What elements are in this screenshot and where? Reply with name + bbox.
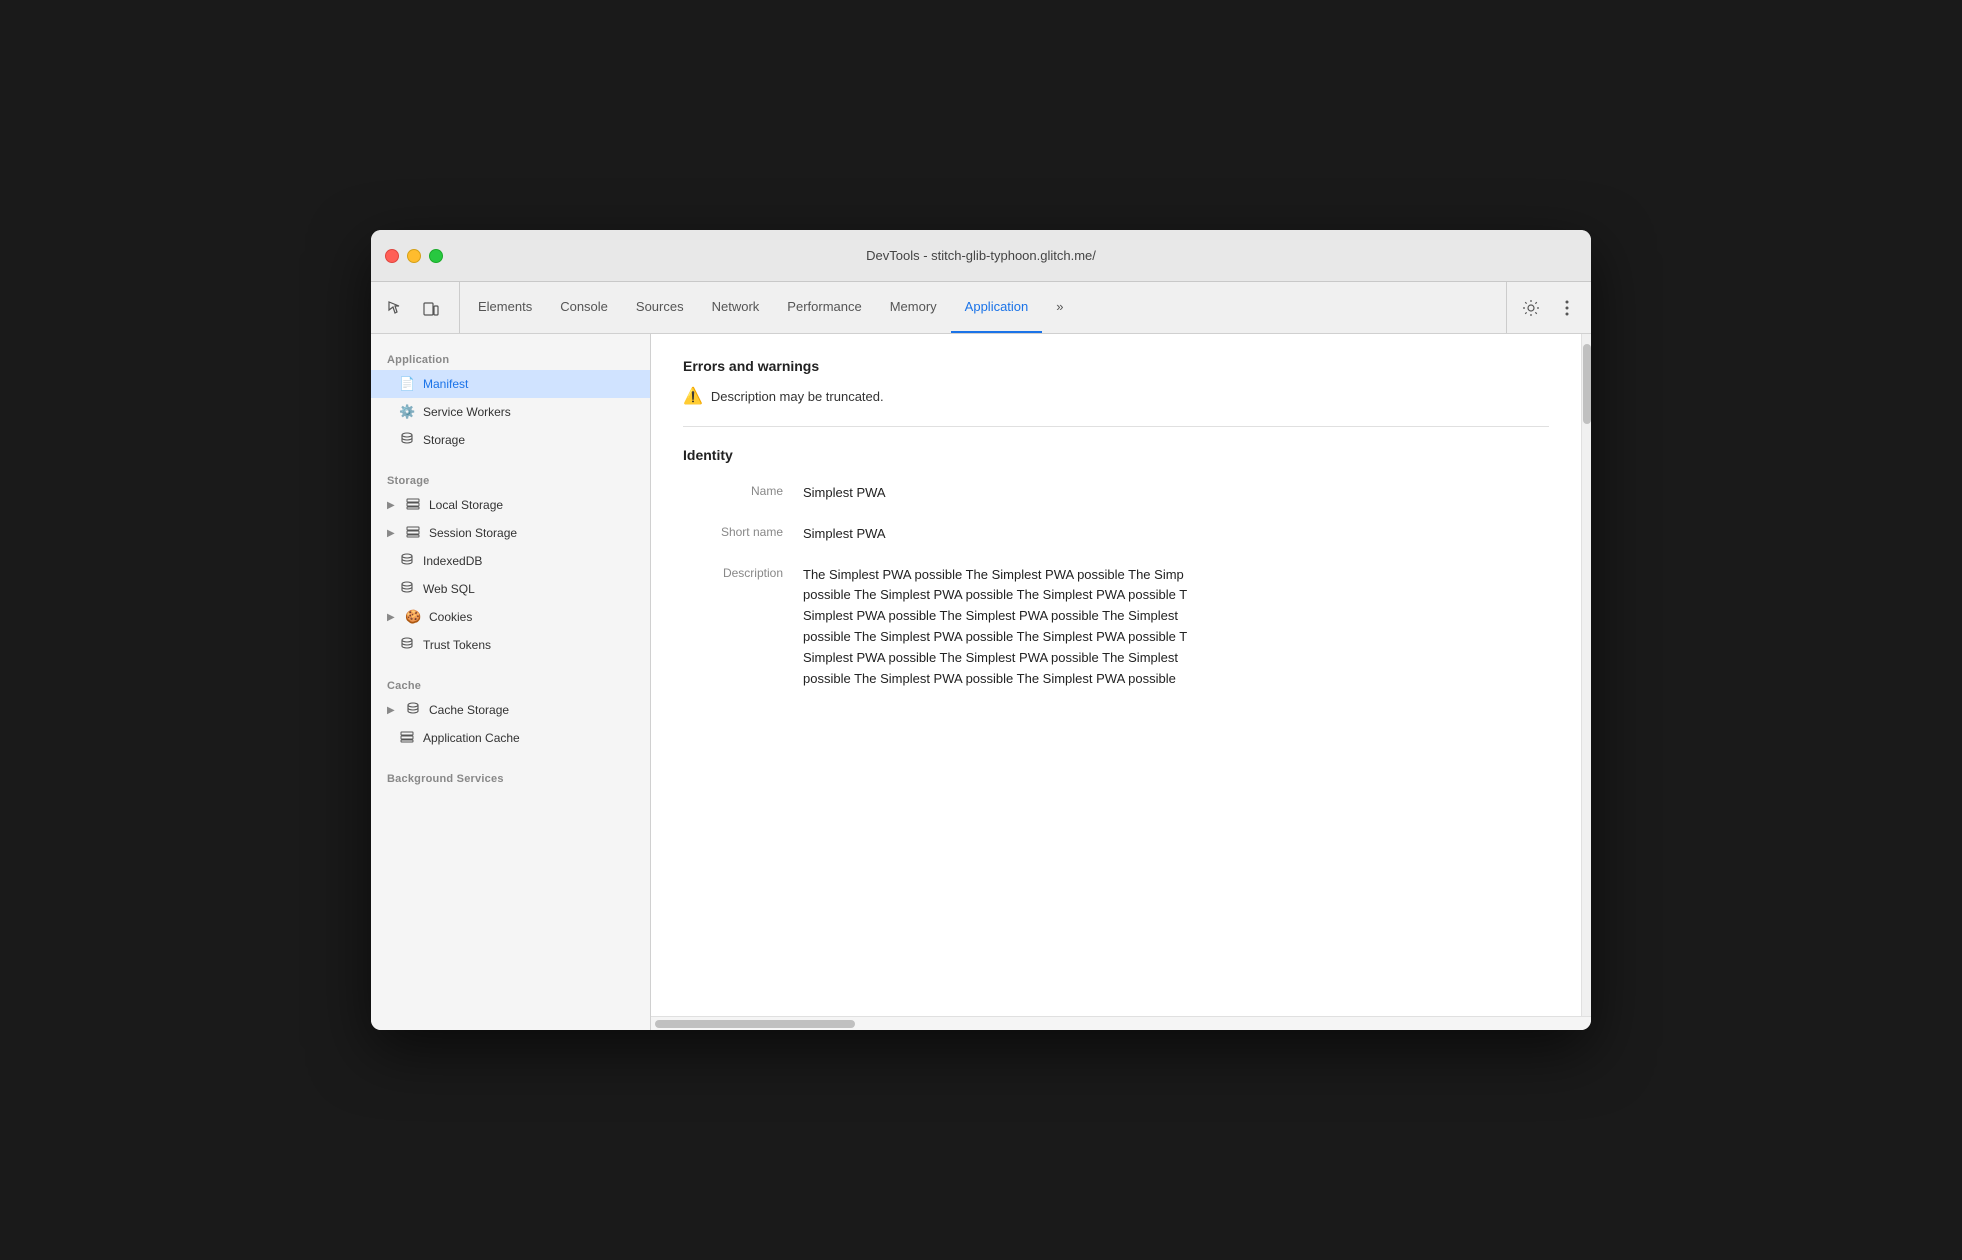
minimize-button[interactable]: [407, 249, 421, 263]
content-wrapper: Errors and warnings ⚠️ Description may b…: [651, 334, 1591, 1030]
h-scroll-track[interactable]: [651, 1020, 1591, 1028]
sidebar-section-application: Application: [371, 342, 650, 370]
tab-more[interactable]: »: [1042, 282, 1077, 333]
tab-sources[interactable]: Sources: [622, 282, 698, 333]
sidebar-item-web-sql[interactable]: Web SQL: [371, 575, 650, 603]
web-sql-icon: [399, 581, 415, 598]
main-area: Application 📄 Manifest ⚙️ Service Worker…: [371, 334, 1591, 1030]
indexeddb-icon: [399, 553, 415, 570]
description-label: Description: [683, 565, 803, 580]
vertical-scrollbar[interactable]: [1581, 334, 1591, 1016]
sidebar-item-trust-tokens[interactable]: Trust Tokens: [371, 631, 650, 659]
sidebar-item-storage-app[interactable]: Storage: [371, 426, 650, 454]
arrow-icon: ▶: [387, 500, 397, 511]
inspect-icon[interactable]: [379, 292, 411, 324]
tab-application[interactable]: Application: [951, 282, 1043, 333]
tab-network[interactable]: Network: [698, 282, 774, 333]
identity-row-description: Description The Simplest PWA possible Th…: [683, 565, 1549, 690]
content-inner: Errors and warnings ⚠️ Description may b…: [651, 334, 1581, 733]
name-value: Simplest PWA: [803, 483, 1549, 504]
arrow-icon: ▶: [387, 705, 397, 716]
v-scroll-thumb[interactable]: [1583, 344, 1591, 424]
traffic-lights: [385, 249, 443, 263]
sidebar-item-cookies[interactable]: ▶ 🍪 Cookies: [371, 603, 650, 631]
sidebar-item-indexeddb[interactable]: IndexedDB: [371, 547, 650, 575]
sidebar-item-application-cache[interactable]: Application Cache: [371, 724, 650, 752]
manifest-icon: 📄: [399, 376, 415, 392]
tab-memory[interactable]: Memory: [876, 282, 951, 333]
arrow-icon: ▶: [387, 528, 397, 539]
tab-performance[interactable]: Performance: [773, 282, 875, 333]
sidebar-item-service-workers[interactable]: ⚙️ Service Workers: [371, 398, 650, 426]
tab-console[interactable]: Console: [546, 282, 622, 333]
arrow-icon: ▶: [387, 612, 397, 623]
h-scroll-thumb[interactable]: [655, 1020, 855, 1028]
sidebar-item-manifest[interactable]: 📄 Manifest: [371, 370, 650, 398]
sidebar-section-storage: Storage: [371, 463, 650, 491]
identity-section: Identity Name Simplest PWA Short name Si…: [683, 447, 1549, 689]
sidebar-item-local-storage[interactable]: ▶ Local Storage: [371, 491, 650, 519]
tab-elements[interactable]: Elements: [464, 282, 546, 333]
sidebar-section-background: Background Services: [371, 761, 650, 789]
device-icon[interactable]: [415, 292, 447, 324]
identity-row-name: Name Simplest PWA: [683, 483, 1549, 504]
short-name-label: Short name: [683, 524, 803, 539]
identity-row-shortname: Short name Simplest PWA: [683, 524, 1549, 545]
toolbar: Elements Console Sources Network Perform…: [371, 282, 1591, 334]
warning-row: ⚠️ Description may be truncated.: [683, 386, 1549, 427]
maximize-button[interactable]: [429, 249, 443, 263]
warning-text: Description may be truncated.: [711, 389, 884, 404]
close-button[interactable]: [385, 249, 399, 263]
settings-icon[interactable]: [1515, 292, 1547, 324]
cookies-icon: 🍪: [405, 609, 421, 625]
sidebar-item-session-storage[interactable]: ▶ Session Storage: [371, 519, 650, 547]
more-options-icon[interactable]: [1551, 292, 1583, 324]
warning-icon: ⚠️: [683, 386, 703, 406]
cache-storage-icon: [405, 702, 421, 719]
sidebar-section-cache: Cache: [371, 668, 650, 696]
local-storage-icon: [405, 498, 421, 513]
storage-app-icon: [399, 432, 415, 449]
title-bar: DevTools - stitch-glib-typhoon.glitch.me…: [371, 230, 1591, 282]
identity-title: Identity: [683, 447, 1549, 463]
window-title: DevTools - stitch-glib-typhoon.glitch.me…: [866, 248, 1096, 263]
name-label: Name: [683, 483, 803, 498]
toolbar-icons: [379, 282, 460, 333]
horizontal-scrollbar: [651, 1016, 1591, 1030]
sidebar-item-cache-storage[interactable]: ▶ Cache Storage: [371, 696, 650, 724]
sidebar: Application 📄 Manifest ⚙️ Service Worker…: [371, 334, 651, 1030]
session-storage-icon: [405, 526, 421, 541]
toolbar-right: [1506, 282, 1583, 333]
devtools-window: DevTools - stitch-glib-typhoon.glitch.me…: [371, 230, 1591, 1030]
errors-title: Errors and warnings: [683, 358, 1549, 374]
trust-tokens-icon: [399, 637, 415, 654]
content-area: Errors and warnings ⚠️ Description may b…: [651, 334, 1581, 1016]
short-name-value: Simplest PWA: [803, 524, 1549, 545]
service-workers-icon: ⚙️: [399, 404, 415, 420]
toolbar-tabs: Elements Console Sources Network Perform…: [464, 282, 1502, 333]
description-value: The Simplest PWA possible The Simplest P…: [803, 565, 1549, 690]
application-cache-icon: [399, 731, 415, 746]
